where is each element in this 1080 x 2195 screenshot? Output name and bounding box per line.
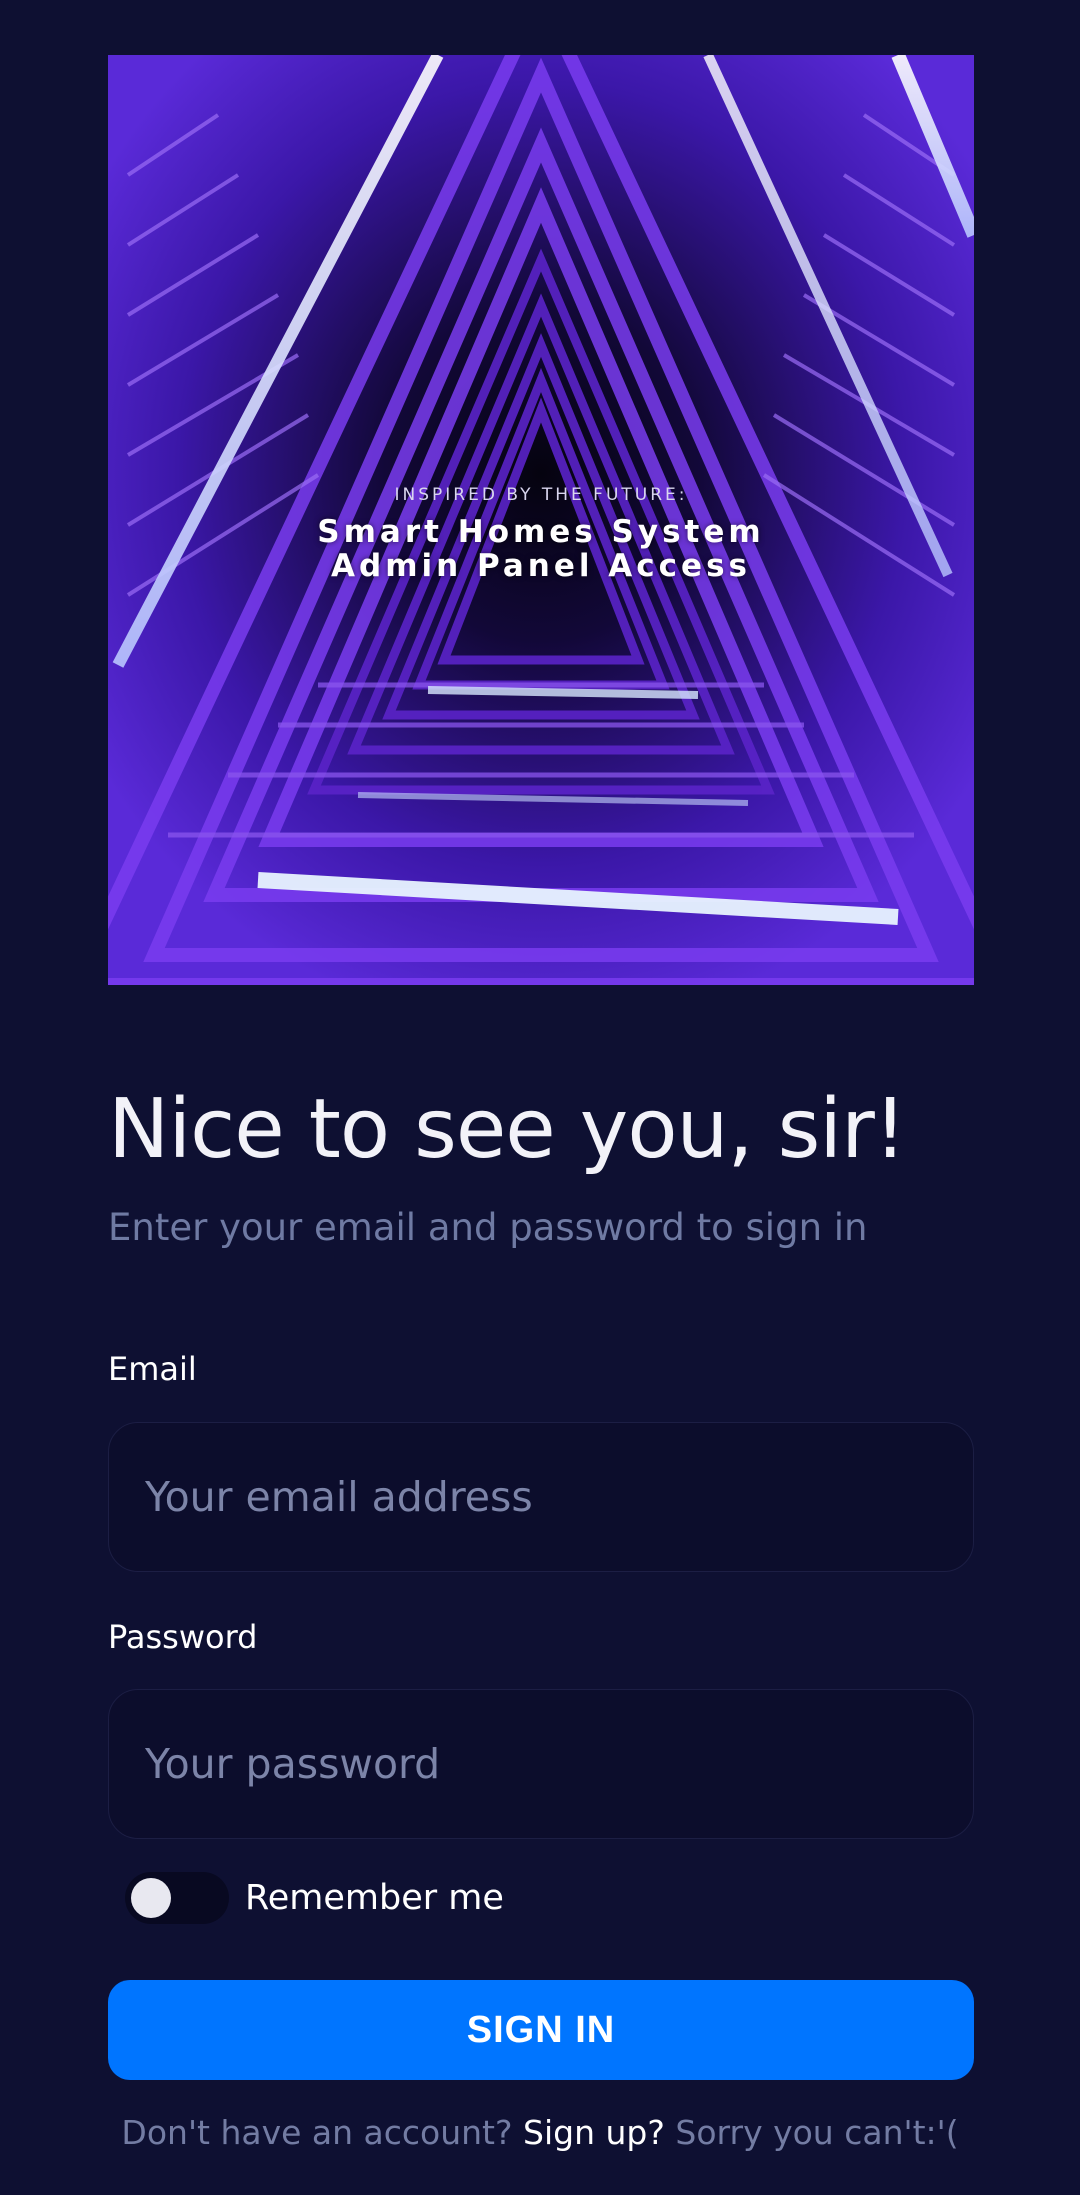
hero-image: INSPIRED BY THE FUTURE: Smart Homes Syst… [108,55,974,985]
remember-me-row: Remember me [125,1872,504,1924]
remember-me-toggle[interactable] [125,1872,229,1924]
sign-up-link[interactable]: Sign up? [523,2113,665,2152]
page-subtitle: Enter your email and password to sign in [108,1206,868,1249]
hero-text-overlay: INSPIRED BY THE FUTURE: Smart Homes Syst… [108,485,974,583]
password-label: Password [108,1618,258,1656]
sign-in-button[interactable]: SIGN IN [108,1980,974,2080]
sign-in-page: INSPIRED BY THE FUTURE: Smart Homes Syst… [0,0,1080,2195]
password-field[interactable] [108,1689,974,1839]
hero-eyebrow: INSPIRED BY THE FUTURE: [394,485,688,505]
email-label: Email [108,1350,197,1388]
hero-title-line-2: Admin Panel Access [331,548,751,584]
toggle-knob [131,1878,171,1918]
email-field[interactable] [108,1422,974,1572]
signup-prompt: Don't have an account? Sign up? Sorry yo… [0,2113,1080,2152]
page-title: Nice to see you, sir! [108,1082,907,1177]
remember-me-label: Remember me [245,1878,504,1918]
signup-apology-text: Sorry you can't:'( [675,2113,959,2152]
hero-title-line-1: Smart Homes System [317,514,765,550]
signup-prompt-text: Don't have an account? [121,2113,513,2152]
